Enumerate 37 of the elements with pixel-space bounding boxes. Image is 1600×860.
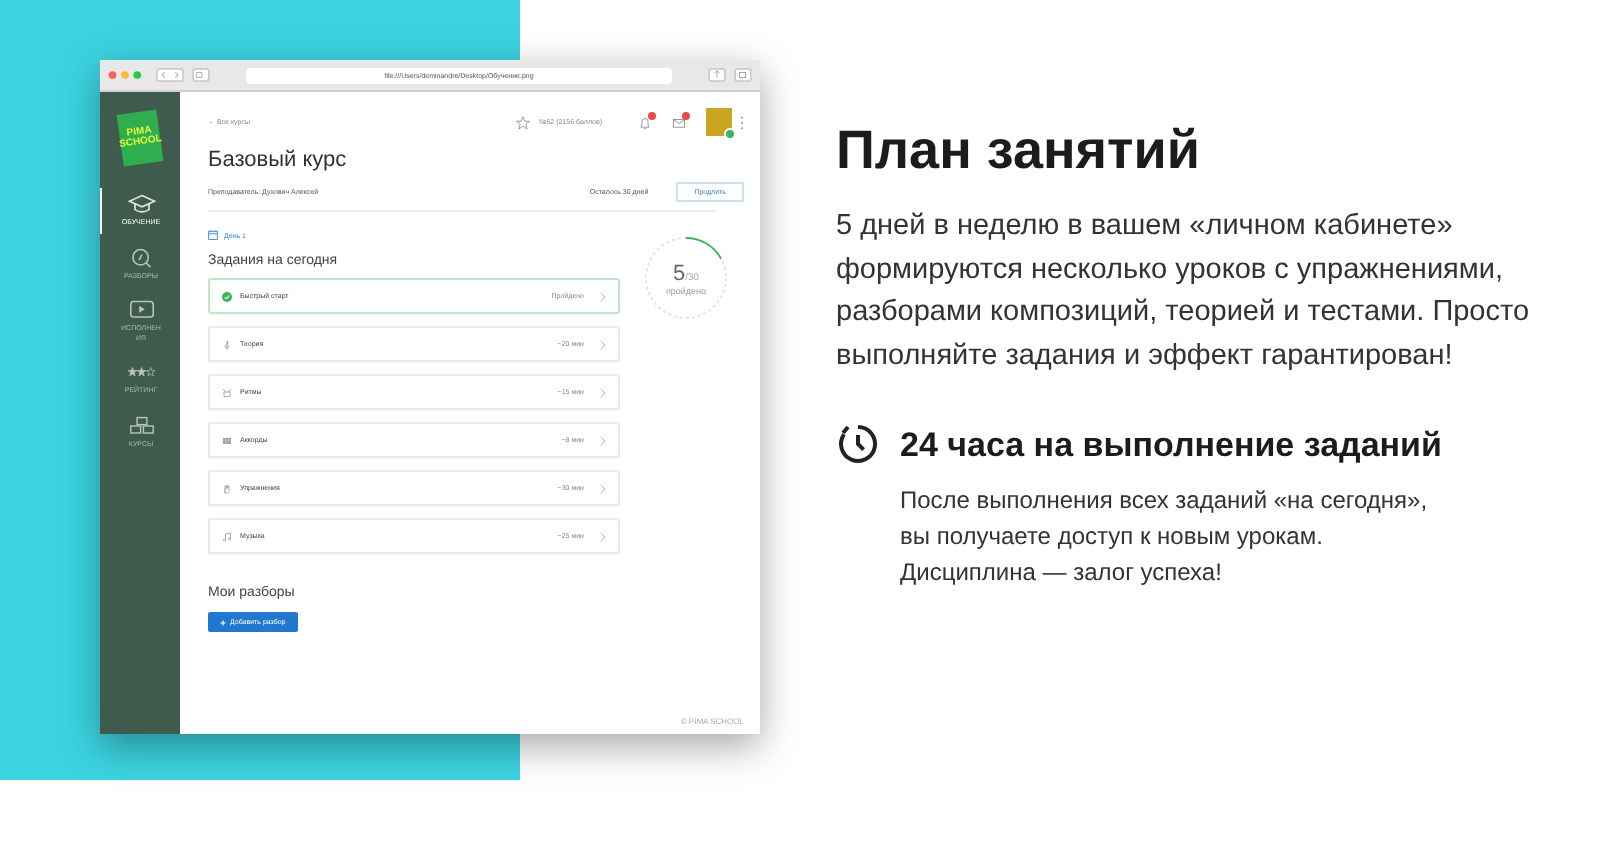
timer-icon [836, 422, 880, 466]
section-title: План занятий [836, 120, 1202, 182]
hand-icon [222, 483, 232, 493]
chevron-icon [600, 339, 606, 349]
music-note-icon [222, 531, 232, 541]
notification-badge [682, 111, 690, 119]
check-icon [222, 291, 232, 301]
online-dot [724, 128, 736, 140]
grid-icon [222, 435, 232, 445]
chevron-icon [600, 387, 606, 397]
search-icon [127, 247, 155, 268]
calendar-icon [208, 230, 218, 240]
stars-icon [127, 362, 155, 383]
video-icon [127, 300, 155, 321]
feature-text: После выполнения всех заданий «на сегодня», вы получаете доступ к новым урокам. Дисциплина — залог успеха! [900, 484, 1430, 590]
chevron-icon [600, 531, 606, 541]
mail-icon[interactable] [672, 115, 686, 129]
chevron-icon [600, 483, 606, 493]
bell-icon[interactable] [638, 115, 652, 129]
star-icon [516, 115, 531, 129]
notification-badge [648, 111, 656, 119]
progress-count: 5 [672, 261, 686, 285]
blocks-icon [127, 415, 155, 436]
share-icon[interactable] [708, 68, 726, 82]
avatar[interactable] [706, 108, 732, 136]
feature-title: 24 часа на выполнение заданий [900, 426, 1442, 466]
sidebar-icon[interactable] [192, 68, 210, 82]
treble-clef-icon [222, 339, 232, 349]
graduation-cap-icon [127, 194, 155, 214]
chevron-icon [600, 291, 606, 301]
drum-icon [222, 387, 232, 397]
back-forward-icon[interactable] [156, 68, 184, 82]
section-text: 5 дней в неделю в вашем «личном кабинете» формируются несколько уроков с упражнениями, разборами композиций, теорией и тестами. Просто выполняйте задания и эффект гарантирован! [836, 208, 1532, 375]
course-title: Базовый курс [208, 148, 349, 172]
plus-icon [220, 619, 226, 625]
chevron-icon [600, 435, 606, 445]
tabs-icon[interactable] [734, 68, 752, 82]
